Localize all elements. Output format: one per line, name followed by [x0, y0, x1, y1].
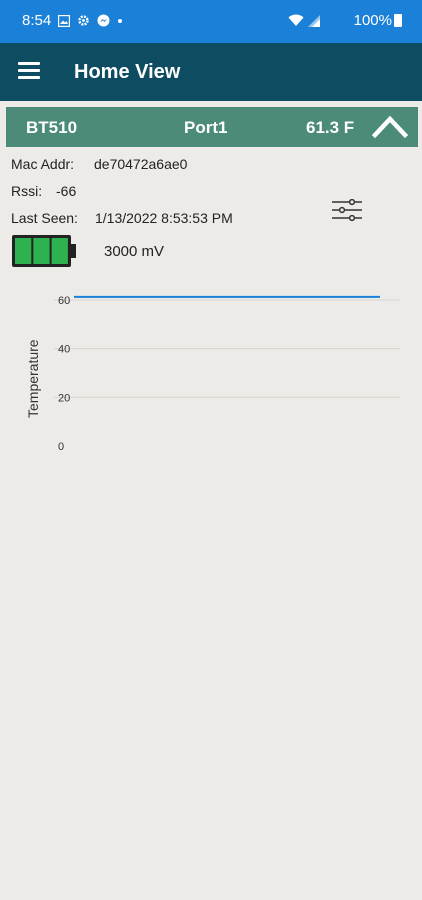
battery-cell: [33, 238, 50, 264]
messenger-icon: [97, 14, 110, 27]
battery-cell: [51, 238, 68, 264]
last-seen-value: 1/13/2022 8:53:53 PM: [95, 210, 233, 226]
system-icons: [288, 14, 320, 27]
page-title: Home View: [74, 61, 181, 83]
sensor-name: BT510: [26, 118, 78, 137]
status-bar: 8:54 100%: [0, 0, 422, 43]
rssi-label: Rssi:: [11, 183, 43, 199]
hamburger-menu-icon[interactable]: [18, 62, 40, 80]
temperature-chart: 60 40 20 0 Temperature: [25, 295, 400, 453]
battery-percentage: 100%: [353, 12, 392, 29]
battery-cells: [15, 238, 68, 264]
filter-settings-icon[interactable]: [330, 198, 364, 224]
mac-value: de70472a6ae0: [94, 156, 188, 172]
signal-icon: [308, 14, 320, 27]
wifi-icon: [288, 14, 304, 26]
sensor-port: Port1: [184, 118, 228, 137]
chevron-up-icon[interactable]: [372, 113, 408, 139]
sensor-card-header[interactable]: BT510 Port1 61.3 F: [6, 107, 418, 147]
y-tick-label: 40: [58, 344, 70, 356]
battery-level-icon: [12, 235, 76, 267]
status-time: 8:54: [22, 12, 52, 29]
y-tick-label: 0: [58, 441, 64, 453]
mac-label: Mac Addr:: [11, 156, 75, 172]
app-bar: Home View: [0, 43, 422, 101]
settings-gear-icon: [78, 15, 89, 26]
rssi-value: -66: [56, 183, 77, 199]
image-icon: [58, 14, 70, 27]
y-tick-label: 60: [58, 295, 70, 307]
dot-icon: [118, 18, 122, 23]
notification-icons: [58, 14, 123, 27]
sensor-temperature: 61.3 F: [306, 118, 355, 137]
y-tick-label: 20: [58, 392, 70, 404]
battery-icon: [394, 14, 402, 27]
battery-voltage: 3000 mV: [104, 243, 165, 260]
last-seen-label: Last Seen:: [11, 210, 78, 226]
y-axis-label: Temperature: [25, 339, 41, 418]
battery-cell: [15, 238, 32, 264]
